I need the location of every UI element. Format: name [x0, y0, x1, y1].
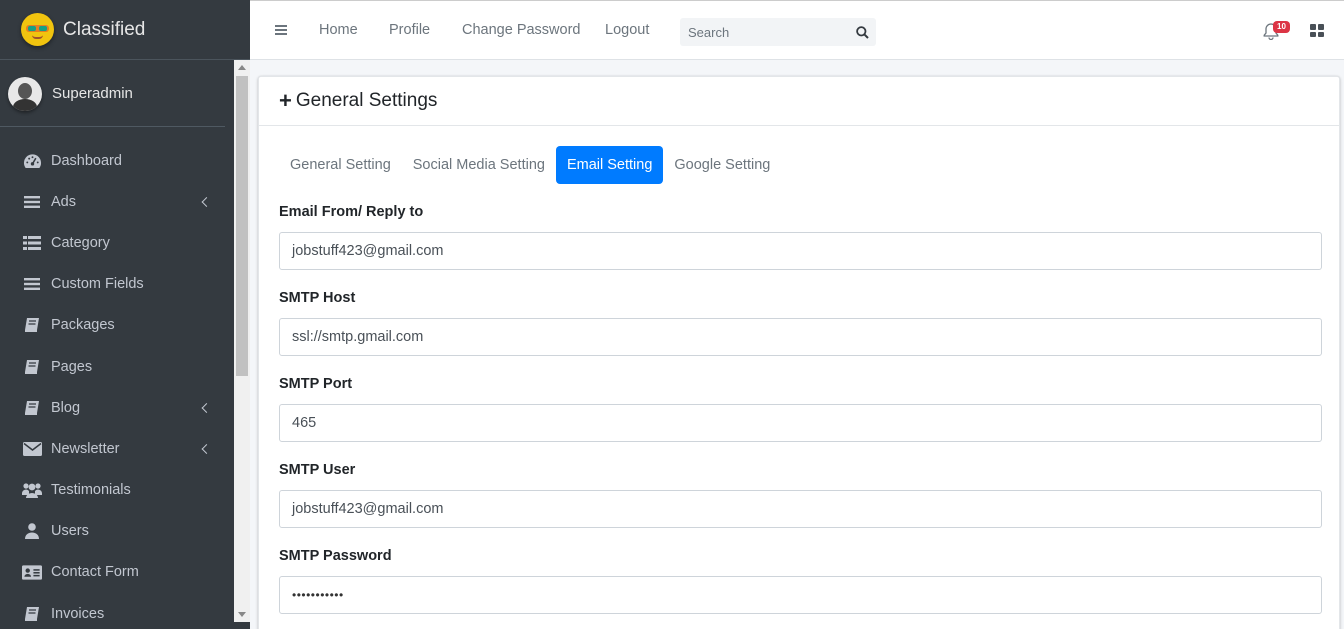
user-icon	[22, 522, 42, 540]
sidebar: Classified Superadmin Dashboard Ads Cate…	[0, 0, 250, 629]
scroll-up-arrow-icon[interactable]	[238, 65, 246, 70]
sidebar-item-label: Ads	[51, 193, 76, 210]
dashboard-icon	[22, 152, 42, 170]
sidebar-item-ads[interactable]: Ads	[0, 181, 234, 222]
nav-link-change-password[interactable]: Change Password	[462, 22, 581, 38]
email-from-field[interactable]: jobstuff423@gmail.com	[279, 232, 1322, 270]
sidebar-item-dashboard[interactable]: Dashboard	[0, 140, 234, 181]
page-title: General Settings	[295, 90, 438, 111]
sidebar-item-newsletter[interactable]: Newsletter	[0, 428, 234, 469]
brand-name: Classified	[63, 18, 146, 40]
sidebar-item-label: Blog	[51, 399, 81, 416]
nav-link-home[interactable]: Home	[319, 22, 358, 38]
sidebar-item-label: Packages	[51, 317, 115, 334]
book-icon	[22, 399, 42, 417]
tab-general-setting[interactable]: General Setting	[279, 146, 402, 184]
notification-count-badge: 10	[1273, 21, 1290, 33]
smtp-host-label: SMTP Host	[279, 290, 356, 306]
sidebar-item-packages[interactable]: Packages	[0, 305, 234, 346]
search-input[interactable]	[680, 18, 848, 46]
bars-icon	[22, 275, 42, 293]
sidebar-item-label: Newsletter	[51, 440, 120, 457]
brand-link[interactable]: Classified	[0, 0, 250, 60]
smtp-port-label: SMTP Port	[279, 376, 353, 392]
sidebar-item-invoices[interactable]: Invoices	[0, 593, 234, 629]
smtp-password-label: SMTP Password	[279, 548, 392, 564]
scrollbar-thumb[interactable]	[236, 76, 248, 376]
user-panel[interactable]: Superadmin	[0, 61, 225, 127]
smtp-user-field[interactable]: jobstuff423@gmail.com	[279, 490, 1322, 528]
sidebar-nav: Dashboard Ads Category Custom Fields Pac…	[0, 127, 234, 629]
email-settings-form: Email From/ Reply to jobstuff423@gmail.c…	[279, 204, 1322, 629]
settings-tabs: General Setting Social Media Setting Ema…	[279, 146, 781, 184]
settings-card: + General Settings General Setting Socia…	[258, 76, 1340, 629]
card-header: + General Settings	[259, 77, 1339, 126]
smtp-user-label: SMTP User	[279, 462, 356, 478]
tab-email-setting[interactable]: Email Setting	[555, 146, 664, 184]
tab-social-media-setting[interactable]: Social Media Setting	[402, 146, 556, 184]
search-icon	[855, 25, 869, 39]
users-icon	[22, 481, 42, 499]
nav-link-logout[interactable]: Logout	[605, 22, 649, 38]
address-card-icon	[22, 563, 42, 581]
book-icon	[22, 358, 42, 376]
sidebar-item-contact-form[interactable]: Contact Form	[0, 552, 234, 593]
menu-toggle-icon[interactable]	[275, 25, 287, 35]
scroll-down-arrow-icon[interactable]	[238, 612, 246, 617]
smtp-host-field[interactable]: ssl://smtp.gmail.com	[279, 318, 1322, 356]
chevron-left-icon	[201, 402, 212, 413]
plus-icon: +	[279, 88, 292, 113]
sidebar-item-label: Testimonials	[51, 482, 131, 499]
envelope-icon	[22, 440, 42, 458]
sidebar-item-label: Custom Fields	[51, 276, 144, 293]
sidebar-item-testimonials[interactable]: Testimonials	[0, 470, 234, 511]
search-button[interactable]	[848, 18, 876, 46]
chevron-left-icon	[201, 443, 212, 454]
list-icon	[22, 234, 42, 252]
sidebar-scroll-area: Superadmin Dashboard Ads Category Custom…	[0, 61, 234, 629]
sidebar-item-users[interactable]: Users	[0, 511, 234, 552]
smtp-password-field[interactable]: •••••••••••	[279, 576, 1322, 614]
chevron-left-icon	[201, 196, 212, 207]
user-name: Superadmin	[52, 85, 133, 102]
top-navbar: Home Profile Change Password Logout 10	[250, 0, 1344, 60]
sidebar-item-label: Invoices	[51, 605, 105, 622]
sidebar-item-pages[interactable]: Pages	[0, 346, 234, 387]
book-icon	[22, 316, 42, 334]
brand-logo-icon	[21, 13, 54, 46]
bars-icon	[22, 193, 42, 211]
sidebar-item-label: Category	[51, 234, 110, 251]
book-icon	[22, 605, 42, 623]
avatar	[8, 76, 42, 111]
search-form	[680, 18, 876, 46]
tab-google-setting[interactable]: Google Setting	[663, 146, 781, 184]
smtp-port-field[interactable]: 465	[279, 404, 1322, 442]
sidebar-scrollbar[interactable]	[234, 60, 250, 622]
apps-grid-icon[interactable]	[1310, 24, 1324, 37]
sidebar-item-blog[interactable]: Blog	[0, 387, 234, 428]
sidebar-item-label: Users	[51, 523, 89, 540]
email-from-label: Email From/ Reply to	[279, 204, 424, 220]
sidebar-item-label: Contact Form	[51, 564, 139, 581]
sidebar-item-custom-fields[interactable]: Custom Fields	[0, 264, 234, 305]
sidebar-item-label: Pages	[51, 358, 93, 375]
sidebar-item-label: Dashboard	[51, 152, 122, 169]
sidebar-item-category[interactable]: Category	[0, 222, 234, 263]
nav-link-profile[interactable]: Profile	[389, 22, 430, 38]
